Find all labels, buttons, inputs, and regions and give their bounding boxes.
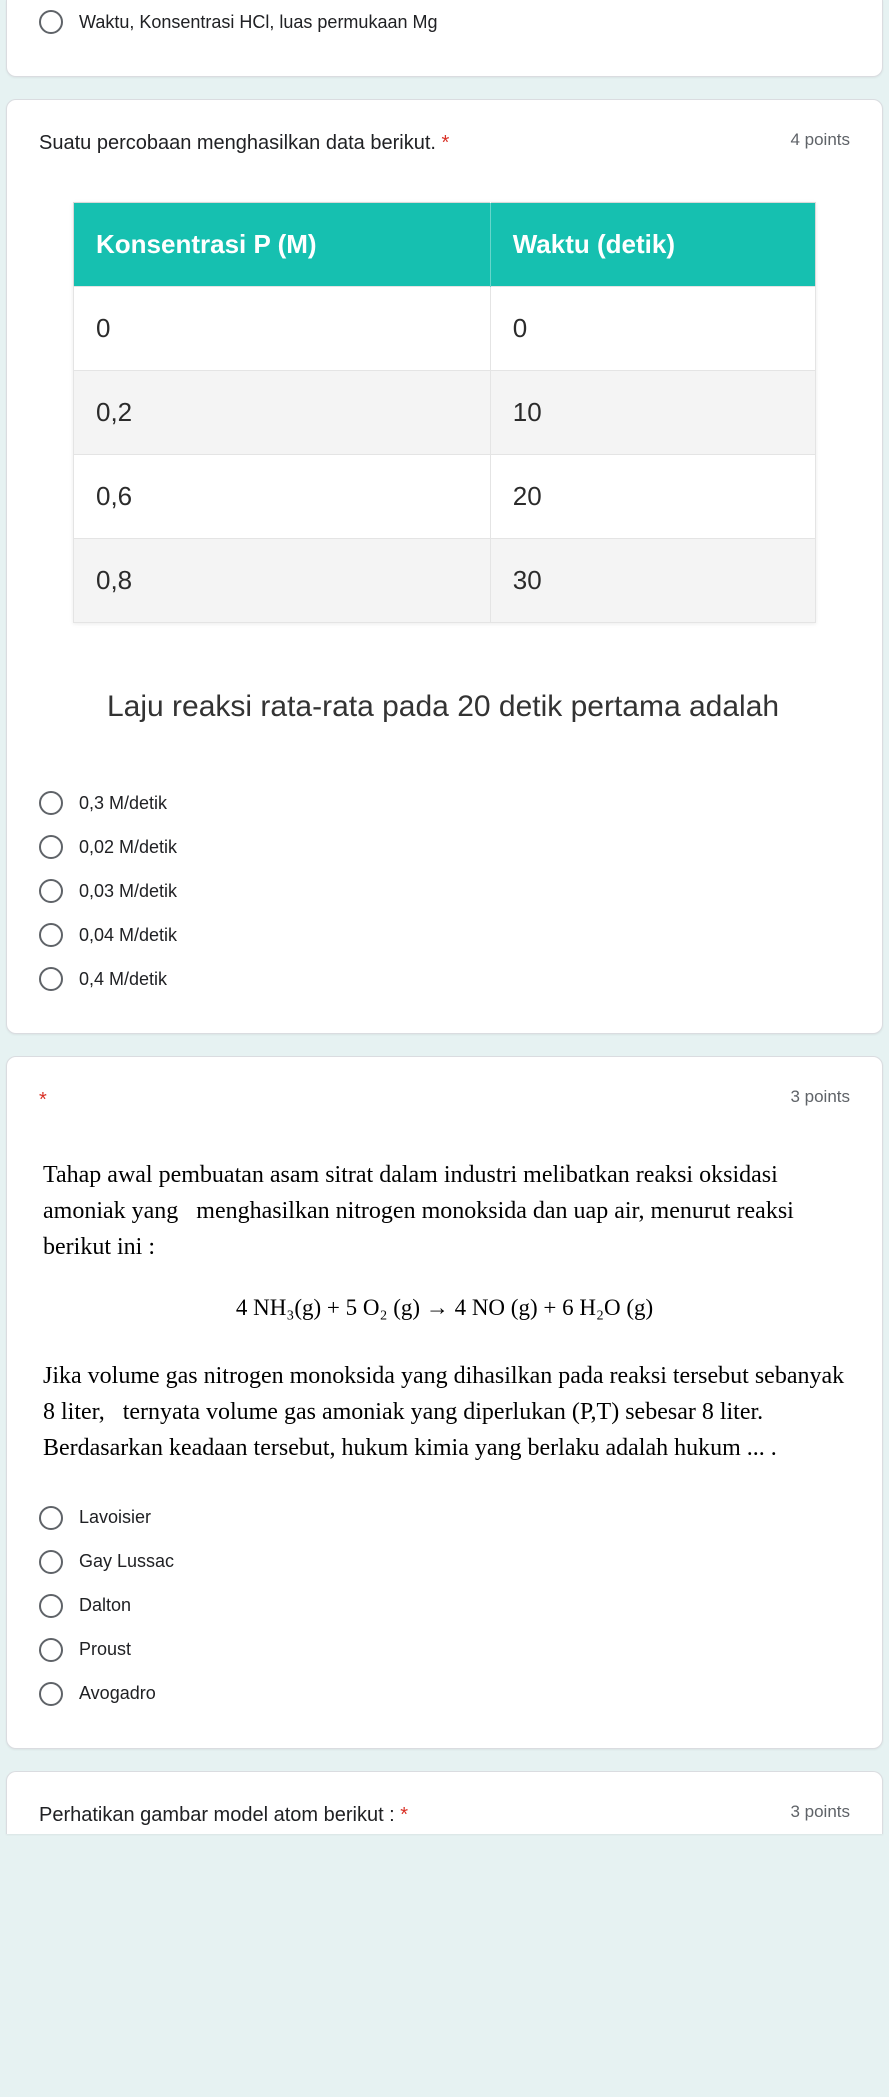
- radio-icon: [39, 967, 63, 991]
- question-card-1: Waktu, Konsentrasi HCl, luas permukaan M…: [6, 0, 883, 77]
- radio-option[interactable]: Dalton: [39, 1584, 850, 1628]
- question-card-2: Suatu percobaan menghasilkan data beriku…: [6, 99, 883, 1034]
- points-label: 3 points: [790, 1085, 850, 1107]
- option-label: 0,4 M/detik: [79, 969, 167, 990]
- passage-paragraph: Tahap awal pembuatan asam sitrat dalam i…: [43, 1157, 846, 1265]
- cell: 10: [490, 371, 815, 455]
- passage-paragraph: Jika volume gas nitrogen monoksida yang …: [43, 1358, 846, 1466]
- radio-option[interactable]: 0,04 M/detik: [39, 913, 850, 957]
- data-table: Konsentrasi P (M) Waktu (detik) 00 0,210…: [73, 202, 816, 623]
- table-header-konsentrasi: Konsentrasi P (M): [74, 203, 491, 287]
- question-card-3: * 3 points Tahap awal pembuatan asam sit…: [6, 1056, 883, 1749]
- question-card-4: Perhatikan gambar model atom berikut : *…: [6, 1771, 883, 1834]
- table-row: 0,830: [74, 539, 816, 623]
- question-caption: Laju reaksi rata-rata pada 20 detik pert…: [73, 623, 816, 771]
- option-label: Waktu, Konsentrasi HCl, luas permukaan M…: [79, 12, 437, 33]
- radio-icon: [39, 923, 63, 947]
- option-label: 0,02 M/detik: [79, 837, 177, 858]
- radio-option[interactable]: 0,3 M/detik: [39, 781, 850, 825]
- radio-icon: [39, 879, 63, 903]
- question-title: Suatu percobaan menghasilkan data beriku…: [39, 128, 790, 158]
- radio-option[interactable]: Lavoisier: [39, 1496, 850, 1540]
- radio-icon: [39, 1682, 63, 1706]
- option-label: 0,04 M/detik: [79, 925, 177, 946]
- cell: 0,8: [74, 539, 491, 623]
- radio-option[interactable]: 0,4 M/detik: [39, 957, 850, 1001]
- option-label: Dalton: [79, 1595, 131, 1616]
- question-passage: Tahap awal pembuatan asam sitrat dalam i…: [39, 1139, 850, 1496]
- option-label: Gay Lussac: [79, 1551, 174, 1572]
- radio-option[interactable]: 0,02 M/detik: [39, 825, 850, 869]
- table-row: 00: [74, 287, 816, 371]
- question-header: Perhatikan gambar model atom berikut : *…: [39, 1800, 850, 1830]
- radio-icon: [39, 791, 63, 815]
- question-header: * 3 points: [39, 1085, 850, 1115]
- title-text: Perhatikan gambar model atom berikut :: [39, 1804, 395, 1826]
- radio-option[interactable]: 0,03 M/detik: [39, 869, 850, 913]
- option-label: 0,03 M/detik: [79, 881, 177, 902]
- cell: 20: [490, 455, 815, 539]
- table-row: 0,620: [74, 455, 816, 539]
- radio-icon: [39, 835, 63, 859]
- cell: 0,2: [74, 371, 491, 455]
- option-label: Lavoisier: [79, 1507, 151, 1528]
- equation: 4 NH₃(g) + 5 O₂ (g) → 4 NO (g) + 6 H₂O (…: [43, 1265, 846, 1358]
- table-header-waktu: Waktu (detik): [490, 203, 815, 287]
- radio-icon: [39, 1550, 63, 1574]
- question-header: Suatu percobaan menghasilkan data beriku…: [39, 128, 850, 158]
- cell: 30: [490, 539, 815, 623]
- required-asterisk: *: [400, 1804, 408, 1826]
- points-label: 4 points: [790, 128, 850, 150]
- question-title: Perhatikan gambar model atom berikut : *: [39, 1800, 790, 1830]
- option-label: Proust: [79, 1639, 131, 1660]
- radio-icon: [39, 1638, 63, 1662]
- option-label: 0,3 M/detik: [79, 793, 167, 814]
- radio-icon: [39, 10, 63, 34]
- radio-option[interactable]: Gay Lussac: [39, 1540, 850, 1584]
- embedded-image: Konsentrasi P (M) Waktu (detik) 00 0,210…: [39, 182, 850, 781]
- required-asterisk: *: [39, 1089, 47, 1111]
- radio-option[interactable]: Avogadro: [39, 1672, 850, 1716]
- table-row: 0,210: [74, 371, 816, 455]
- radio-icon: [39, 1506, 63, 1530]
- radio-option[interactable]: Waktu, Konsentrasi HCl, luas permukaan M…: [39, 0, 850, 44]
- required-asterisk: *: [442, 132, 450, 154]
- cell: 0: [490, 287, 815, 371]
- cell: 0: [74, 287, 491, 371]
- question-title: *: [39, 1085, 790, 1115]
- option-label: Avogadro: [79, 1683, 156, 1704]
- title-text: Suatu percobaan menghasilkan data beriku…: [39, 132, 436, 154]
- cell: 0,6: [74, 455, 491, 539]
- points-label: 3 points: [790, 1800, 850, 1822]
- radio-option[interactable]: Proust: [39, 1628, 850, 1672]
- radio-icon: [39, 1594, 63, 1618]
